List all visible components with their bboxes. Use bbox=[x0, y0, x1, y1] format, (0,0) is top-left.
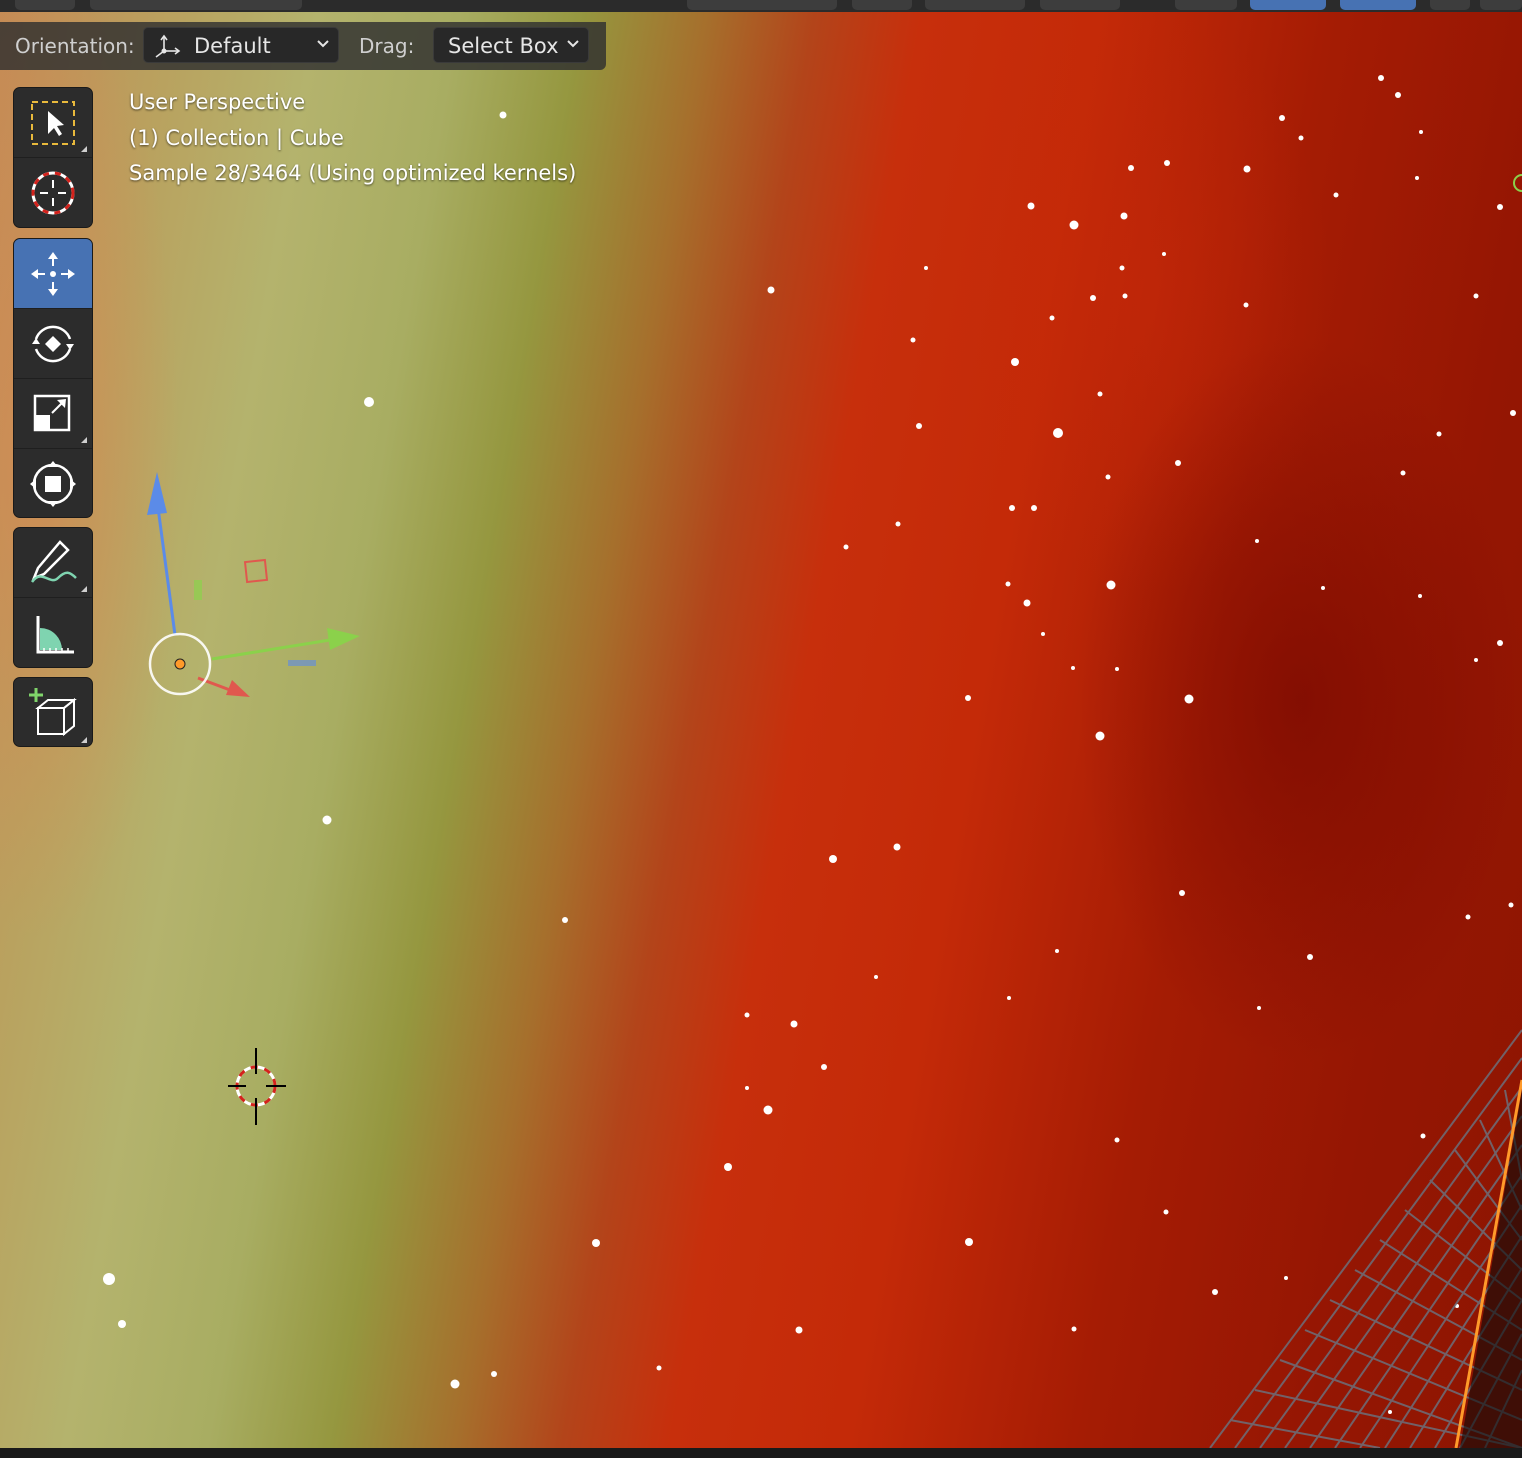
shading-button[interactable] bbox=[1480, 0, 1522, 10]
annotate-icon bbox=[30, 540, 77, 583]
render-status: Sample 28/3464 (Using optimized kernels) bbox=[129, 161, 577, 185]
cursor-icon bbox=[31, 171, 75, 215]
orientation-axes-icon bbox=[155, 34, 181, 58]
chevron-down-icon bbox=[317, 40, 329, 48]
add-cube-icon bbox=[29, 688, 77, 737]
collection-info: (1) Collection | Cube bbox=[129, 126, 344, 150]
mode-button[interactable] bbox=[15, 0, 75, 10]
chevron-down-icon bbox=[567, 40, 579, 48]
transform-gizmo bbox=[147, 472, 360, 697]
visibility-button[interactable] bbox=[1175, 0, 1237, 10]
tool-settings-header: Orientation: Default Drag: Select Box bbox=[0, 22, 606, 70]
toolbar-group-select bbox=[13, 87, 93, 228]
view-name: User Perspective bbox=[129, 90, 306, 114]
tool-scale[interactable] bbox=[14, 379, 92, 449]
toolbar-group-annotate bbox=[13, 527, 93, 668]
drag-value: Select Box bbox=[448, 34, 559, 58]
transform-orientation-dropdown[interactable] bbox=[687, 0, 837, 10]
tool-annotate[interactable] bbox=[14, 528, 92, 598]
transform-icon bbox=[30, 461, 76, 507]
drag-label: Drag: bbox=[359, 34, 415, 58]
move-icon bbox=[31, 252, 75, 296]
orientation-dropdown[interactable]: Default bbox=[143, 27, 339, 63]
star-field bbox=[103, 75, 1522, 1448]
toolbar-group-transform bbox=[13, 238, 93, 518]
orientation-value: Default bbox=[194, 34, 271, 58]
tool-rotate[interactable] bbox=[14, 309, 92, 379]
proportional-edit-button[interactable] bbox=[1040, 0, 1120, 10]
rotate-icon bbox=[32, 325, 74, 363]
more-tools-indicator bbox=[81, 586, 87, 592]
tool-move[interactable] bbox=[14, 239, 92, 309]
toolbar-group-add bbox=[13, 677, 93, 747]
scale-icon bbox=[33, 394, 71, 432]
pivot-button[interactable] bbox=[852, 0, 912, 10]
overlay-toggle[interactable] bbox=[1340, 0, 1416, 10]
tool-select-box[interactable] bbox=[14, 88, 92, 158]
object-mode-dropdown[interactable] bbox=[90, 0, 302, 10]
viewport-bottom-border bbox=[0, 1448, 1522, 1458]
orientation-label: Orientation: bbox=[15, 34, 135, 58]
tool-cursor[interactable] bbox=[14, 158, 92, 227]
more-tools-indicator bbox=[81, 146, 87, 152]
xray-toggle[interactable] bbox=[1430, 0, 1470, 10]
gizmo-toggle[interactable] bbox=[1250, 0, 1326, 10]
tool-transform[interactable] bbox=[14, 449, 92, 517]
3d-viewport[interactable] bbox=[0, 0, 1522, 1448]
more-tools-indicator bbox=[81, 737, 87, 743]
tool-add-cube[interactable] bbox=[14, 678, 92, 746]
snap-button[interactable] bbox=[925, 0, 1025, 10]
header-strip bbox=[0, 0, 1522, 12]
drag-dropdown[interactable]: Select Box bbox=[433, 27, 589, 63]
more-tools-indicator bbox=[81, 437, 87, 443]
3d-cursor bbox=[228, 1048, 286, 1125]
tool-measure[interactable] bbox=[14, 598, 92, 667]
select-box-icon bbox=[31, 101, 75, 145]
measure-icon bbox=[36, 616, 74, 654]
